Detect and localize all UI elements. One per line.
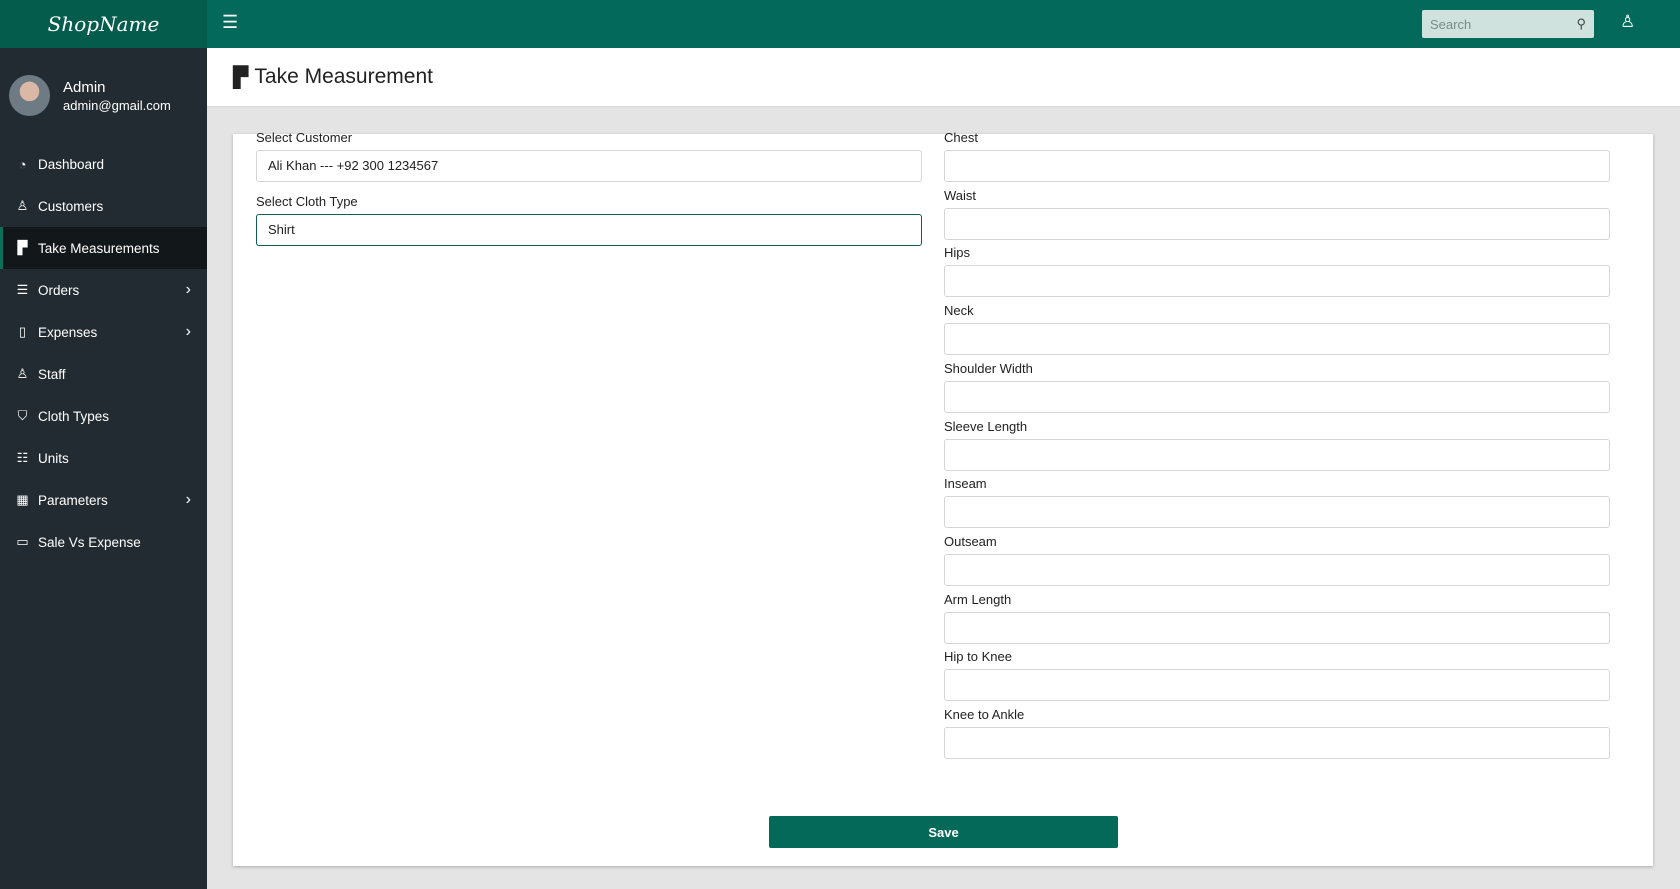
- shoulder-width-input[interactable]: [944, 380, 1610, 413]
- shoulder-width-field: Shoulder Width: [944, 359, 1610, 413]
- cloth-type-field: Select Cloth Type Shirt: [256, 192, 922, 246]
- hip-to-knee-label: Hip to Knee: [944, 649, 1012, 665]
- waist-field: Waist: [944, 186, 1610, 240]
- cloth-type-select[interactable]: Shirt: [256, 214, 922, 246]
- inseam-label: Inseam: [944, 476, 987, 492]
- chevron-right-icon: ›: [185, 323, 191, 340]
- bag-icon: ⛉: [17, 408, 28, 423]
- arm-length-input[interactable]: [944, 611, 1610, 644]
- cloth-type-label: Select Cloth Type: [256, 194, 358, 209]
- user-icon: ♙: [16, 366, 29, 381]
- outseam-field: Outseam: [944, 532, 1610, 586]
- search-placeholder: Search: [1430, 16, 1472, 32]
- sleeve-length-input[interactable]: [944, 438, 1610, 471]
- search-icon[interactable]: ⚲: [1576, 16, 1586, 32]
- sidebar-item-units[interactable]: ☷ Units: [0, 437, 207, 479]
- neck-input[interactable]: [944, 323, 1610, 356]
- waist-label: Waist: [944, 187, 977, 203]
- customer-select[interactable]: Ali Khan --- +92 300 1234567: [256, 150, 922, 182]
- user-email: admin@gmail.com: [63, 97, 171, 113]
- sidebar-item-label: Sale Vs Expense: [38, 534, 141, 550]
- knee-to-ankle-field: Knee to Ankle: [944, 705, 1610, 759]
- chest-label: Chest: [944, 130, 978, 145]
- sidebar-item-label: Dashboard: [38, 156, 105, 172]
- sidebar-nav: ◔ Dashboard ♙ Customers ▛ Take Measurements ☰ O…: [0, 143, 207, 563]
- sidebar-item-customers[interactable]: ♙ Customers: [0, 185, 207, 227]
- page-header: ▛ Take Measurement: [207, 48, 1680, 107]
- table-icon: ▦: [16, 492, 29, 507]
- user-account-icon[interactable]: ♙: [1620, 12, 1635, 32]
- sleeve-length-label: Sleeve Length: [944, 418, 1028, 434]
- hips-input[interactable]: [944, 265, 1610, 298]
- inseam-input[interactable]: [944, 496, 1610, 529]
- window-icon: ▭: [16, 534, 29, 549]
- hips-label: Hips: [944, 245, 971, 261]
- knee-to-ankle-label: Knee to Ankle: [944, 707, 1025, 722]
- sidebar-item-cloth-types[interactable]: ⛉ Cloth Types: [0, 395, 207, 437]
- brand-logo[interactable]: ShopName: [0, 0, 207, 48]
- ruler-icon: ▛: [17, 240, 28, 255]
- user-name: Admin: [63, 78, 106, 96]
- sidebar-item-staff[interactable]: ♙ Staff: [0, 353, 207, 395]
- save-button[interactable]: Save: [769, 816, 1118, 848]
- chevron-right-icon: ›: [185, 491, 191, 508]
- user-profile: Admin admin@gmail.com: [0, 48, 207, 143]
- arm-length-label: Arm Length: [944, 591, 1012, 607]
- sidebar-item-orders[interactable]: ☰ Orders ›: [0, 269, 207, 311]
- hip-to-knee-input[interactable]: [944, 669, 1610, 702]
- sidebar-item-label: Parameters: [38, 492, 108, 508]
- avatar: [9, 75, 50, 116]
- menu-toggle-icon[interactable]: ☰: [222, 12, 238, 33]
- chest-field: Chest: [944, 128, 1610, 182]
- sidebar-item-label: Take Measurements: [38, 240, 160, 256]
- customer-label: Select Customer: [256, 130, 353, 145]
- sidebar-item-dashboard[interactable]: ◔ Dashboard: [0, 143, 207, 185]
- user-icon: ♙: [16, 198, 29, 213]
- inseam-field: Inseam: [944, 474, 1610, 529]
- hips-field: Hips: [944, 243, 1610, 298]
- hip-to-knee-field: Hip to Knee: [944, 647, 1610, 702]
- dashboard-icon: ◔: [18, 156, 27, 172]
- checklist-icon: ☰: [16, 282, 29, 297]
- sidebar: ShopName Admin admin@gmail.com ◔ Dashboar…: [0, 0, 207, 889]
- sidebar-item-label: Expenses: [38, 324, 98, 340]
- sidebar-item-take-measurements[interactable]: ▛ Take Measurements: [0, 227, 207, 269]
- sidebar-item-label: Cloth Types: [38, 408, 110, 424]
- chest-input[interactable]: [944, 150, 1610, 182]
- top-bar: ☰ Search ⚲ ♙: [207, 0, 1680, 48]
- sidebar-item-sale-vs-expense[interactable]: ▭ Sale Vs Expense: [0, 521, 207, 563]
- units-icon: ☷: [16, 450, 29, 465]
- arm-length-field: Arm Length: [944, 590, 1610, 644]
- sidebar-item-parameters[interactable]: ▦ Parameters ›: [0, 479, 207, 521]
- customer-field: Select Customer Ali Khan --- +92 300 123…: [256, 128, 922, 182]
- neck-label: Neck: [944, 303, 974, 319]
- file-icon: ▯: [18, 324, 27, 339]
- sidebar-item-label: Orders: [38, 282, 80, 298]
- shoulder-width-label: Shoulder Width: [944, 360, 1033, 376]
- ruler-icon: ▛: [233, 66, 249, 89]
- neck-field: Neck: [944, 301, 1610, 356]
- waist-input[interactable]: [944, 207, 1610, 240]
- sidebar-item-expenses[interactable]: ▯ Expenses ›: [0, 311, 207, 353]
- chevron-right-icon: ›: [185, 281, 191, 298]
- outseam-label: Outseam: [944, 533, 997, 549]
- sidebar-item-label: Staff: [38, 366, 66, 382]
- sidebar-item-label: Units: [38, 450, 69, 466]
- sleeve-length-field: Sleeve Length: [944, 417, 1610, 471]
- knee-to-ankle-input[interactable]: [944, 727, 1610, 759]
- outseam-input[interactable]: [944, 553, 1610, 586]
- search-input[interactable]: Search ⚲: [1422, 10, 1594, 38]
- measurement-form: Select Customer Ali Khan --- +92 300 123…: [233, 130, 1653, 866]
- page-title: Take Measurement: [254, 65, 433, 88]
- sidebar-item-label: Customers: [38, 198, 104, 214]
